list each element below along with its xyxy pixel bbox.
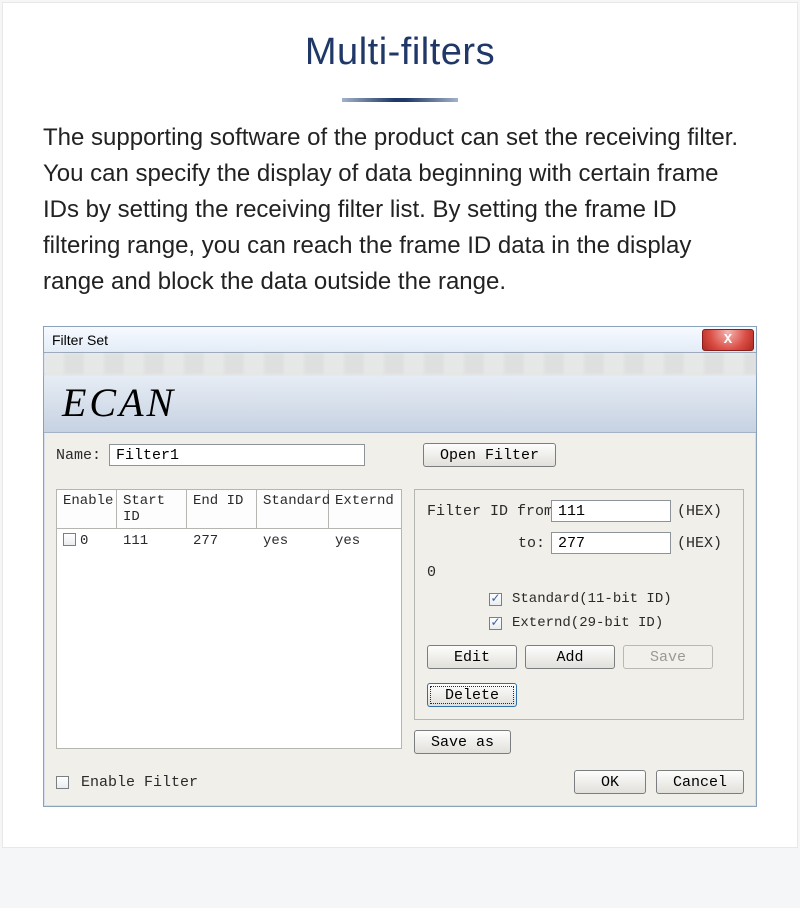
name-row: Name: Open Filter [56,443,744,467]
cell-start: 111 [117,529,187,553]
save-as-button[interactable]: Save as [414,730,511,754]
filter-set-dialog: Filter Set X ECAN Name: Open Filter Enab… [43,326,757,807]
dialog-body: Name: Open Filter Enable Start ID End ID… [44,433,756,806]
from-input[interactable] [551,500,671,522]
th-start-id: Start ID [117,490,187,528]
standard-checkbox-label: Standard(11-bit ID) [512,591,672,607]
open-filter-button[interactable]: Open Filter [423,443,556,467]
cell-standard: yes [257,529,329,553]
th-end-id: End ID [187,490,257,528]
cell-externd: yes [329,529,402,553]
product-doc-page: Multi-filters The supporting software of… [2,2,798,848]
from-label: Filter ID from: [427,503,545,520]
cancel-button[interactable]: Cancel [656,770,744,794]
zero-indicator: 0 [427,564,545,581]
th-standard: Standard [257,490,329,528]
dialog-mid: Enable Start ID End ID Standard Externd … [56,489,744,754]
dialog-title: Filter Set [52,332,108,348]
toolbar-placeholder [44,353,756,375]
brand-logo-text: ECAN [62,380,176,425]
name-label: Name: [56,447,101,464]
th-externd: Externd [329,490,402,528]
close-icon: X [724,333,732,347]
cell-enable[interactable]: 0 [57,529,117,553]
filter-properties: Filter ID from: (HEX) to: (HEX) 0 S [414,489,744,720]
externd-checkbox[interactable] [489,617,502,630]
cell-end: 277 [187,529,257,553]
row-enable-checkbox[interactable] [63,533,76,546]
externd-checkbox-label: Externd(29-bit ID) [512,615,663,631]
enable-filter-checkbox[interactable] [56,776,69,789]
th-enable: Enable [57,490,117,528]
dialog-titlebar[interactable]: Filter Set X [44,327,756,353]
table-header: Enable Start ID End ID Standard Externd [57,490,401,529]
close-button[interactable]: X [702,329,754,351]
section-header: Multi-filters [3,3,797,102]
to-hex: (HEX) [677,535,731,552]
section-description: The supporting software of the product c… [3,120,797,300]
dialog-footer: Enable Filter OK Cancel [56,770,744,794]
row-index: 0 [80,533,88,549]
save-button[interactable]: Save [623,645,713,669]
standard-checkbox[interactable] [489,593,502,606]
title-underline [342,98,458,102]
from-hex: (HEX) [677,503,731,520]
add-button[interactable]: Add [525,645,615,669]
table-row[interactable]: 0 111 277 yes yes [57,529,401,553]
delete-button[interactable]: Delete [427,683,517,707]
ok-button[interactable]: OK [574,770,646,794]
to-input[interactable] [551,532,671,554]
brand-bar: ECAN [44,375,756,433]
enable-filter-label: Enable Filter [81,774,198,791]
to-label: to: [427,535,545,552]
filter-table[interactable]: Enable Start ID End ID Standard Externd … [56,489,402,749]
section-title: Multi-filters [3,31,797,74]
name-input[interactable] [109,444,365,466]
edit-button[interactable]: Edit [427,645,517,669]
